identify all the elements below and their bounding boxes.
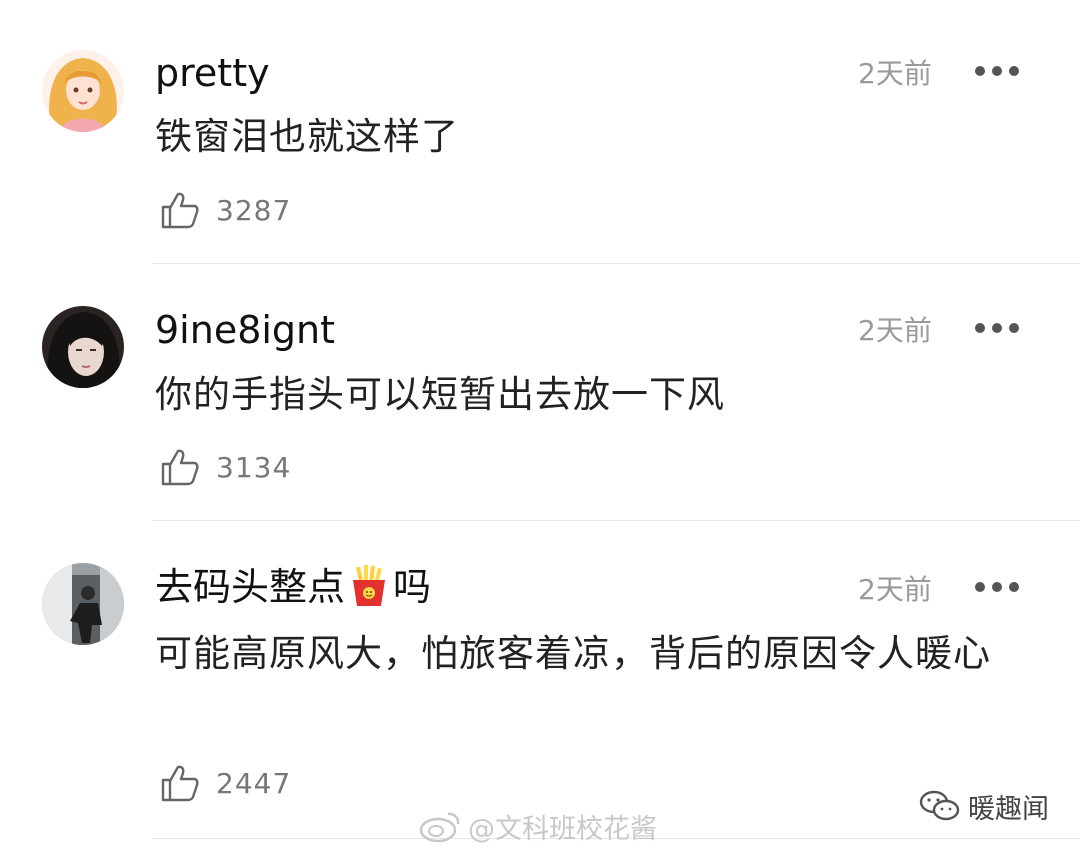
thumbs-up-icon (161, 192, 199, 229)
divider (152, 520, 1080, 521)
more-dots-icon[interactable] (975, 580, 1019, 594)
thumbs-up-icon (161, 449, 199, 486)
avatar[interactable] (42, 50, 124, 132)
comment-text: 可能高原风大，怕旅客着凉，背后的原因令人暖心 (155, 632, 991, 675)
weibo-watermark: @文科班校花酱 (418, 806, 657, 846)
like-count: 3287 (216, 193, 292, 227)
thumbs-up-icon (161, 765, 199, 802)
more-dots-icon[interactable] (975, 64, 1019, 78)
like-button[interactable]: 2447 (160, 761, 291, 805)
username[interactable]: 9ine8ignt (155, 307, 335, 353)
timestamp: 2天前 (858, 314, 932, 347)
like-count: 3134 (216, 450, 292, 484)
brand-text: 暖趣闻 (968, 793, 1049, 825)
comment-text: 铁窗泪也就这样了 (155, 115, 459, 158)
username-suffix: 吗 (393, 565, 432, 609)
wechat-icon (919, 790, 960, 821)
watermark-text: @文科班校花酱 (468, 813, 657, 845)
avatar[interactable] (42, 306, 124, 388)
timestamp: 2天前 (858, 573, 932, 606)
like-button[interactable]: 3287 (160, 188, 291, 232)
username[interactable]: pretty (155, 50, 270, 96)
username-prefix: 去码头整点 (155, 565, 346, 609)
weibo-icon (419, 812, 460, 843)
avatar[interactable] (42, 563, 124, 645)
more-dots-icon[interactable] (975, 321, 1019, 335)
like-button[interactable]: 3134 (160, 445, 291, 489)
brand-watermark: 暖趣闻 (918, 786, 1049, 826)
comment-text: 你的手指头可以短暂出去放一下风 (155, 373, 725, 416)
like-count: 2447 (216, 766, 292, 800)
timestamp: 2天前 (858, 57, 932, 90)
french-fries-icon (347, 564, 391, 618)
username[interactable]: 去码头整点 吗 (155, 564, 431, 618)
divider (152, 263, 1080, 264)
